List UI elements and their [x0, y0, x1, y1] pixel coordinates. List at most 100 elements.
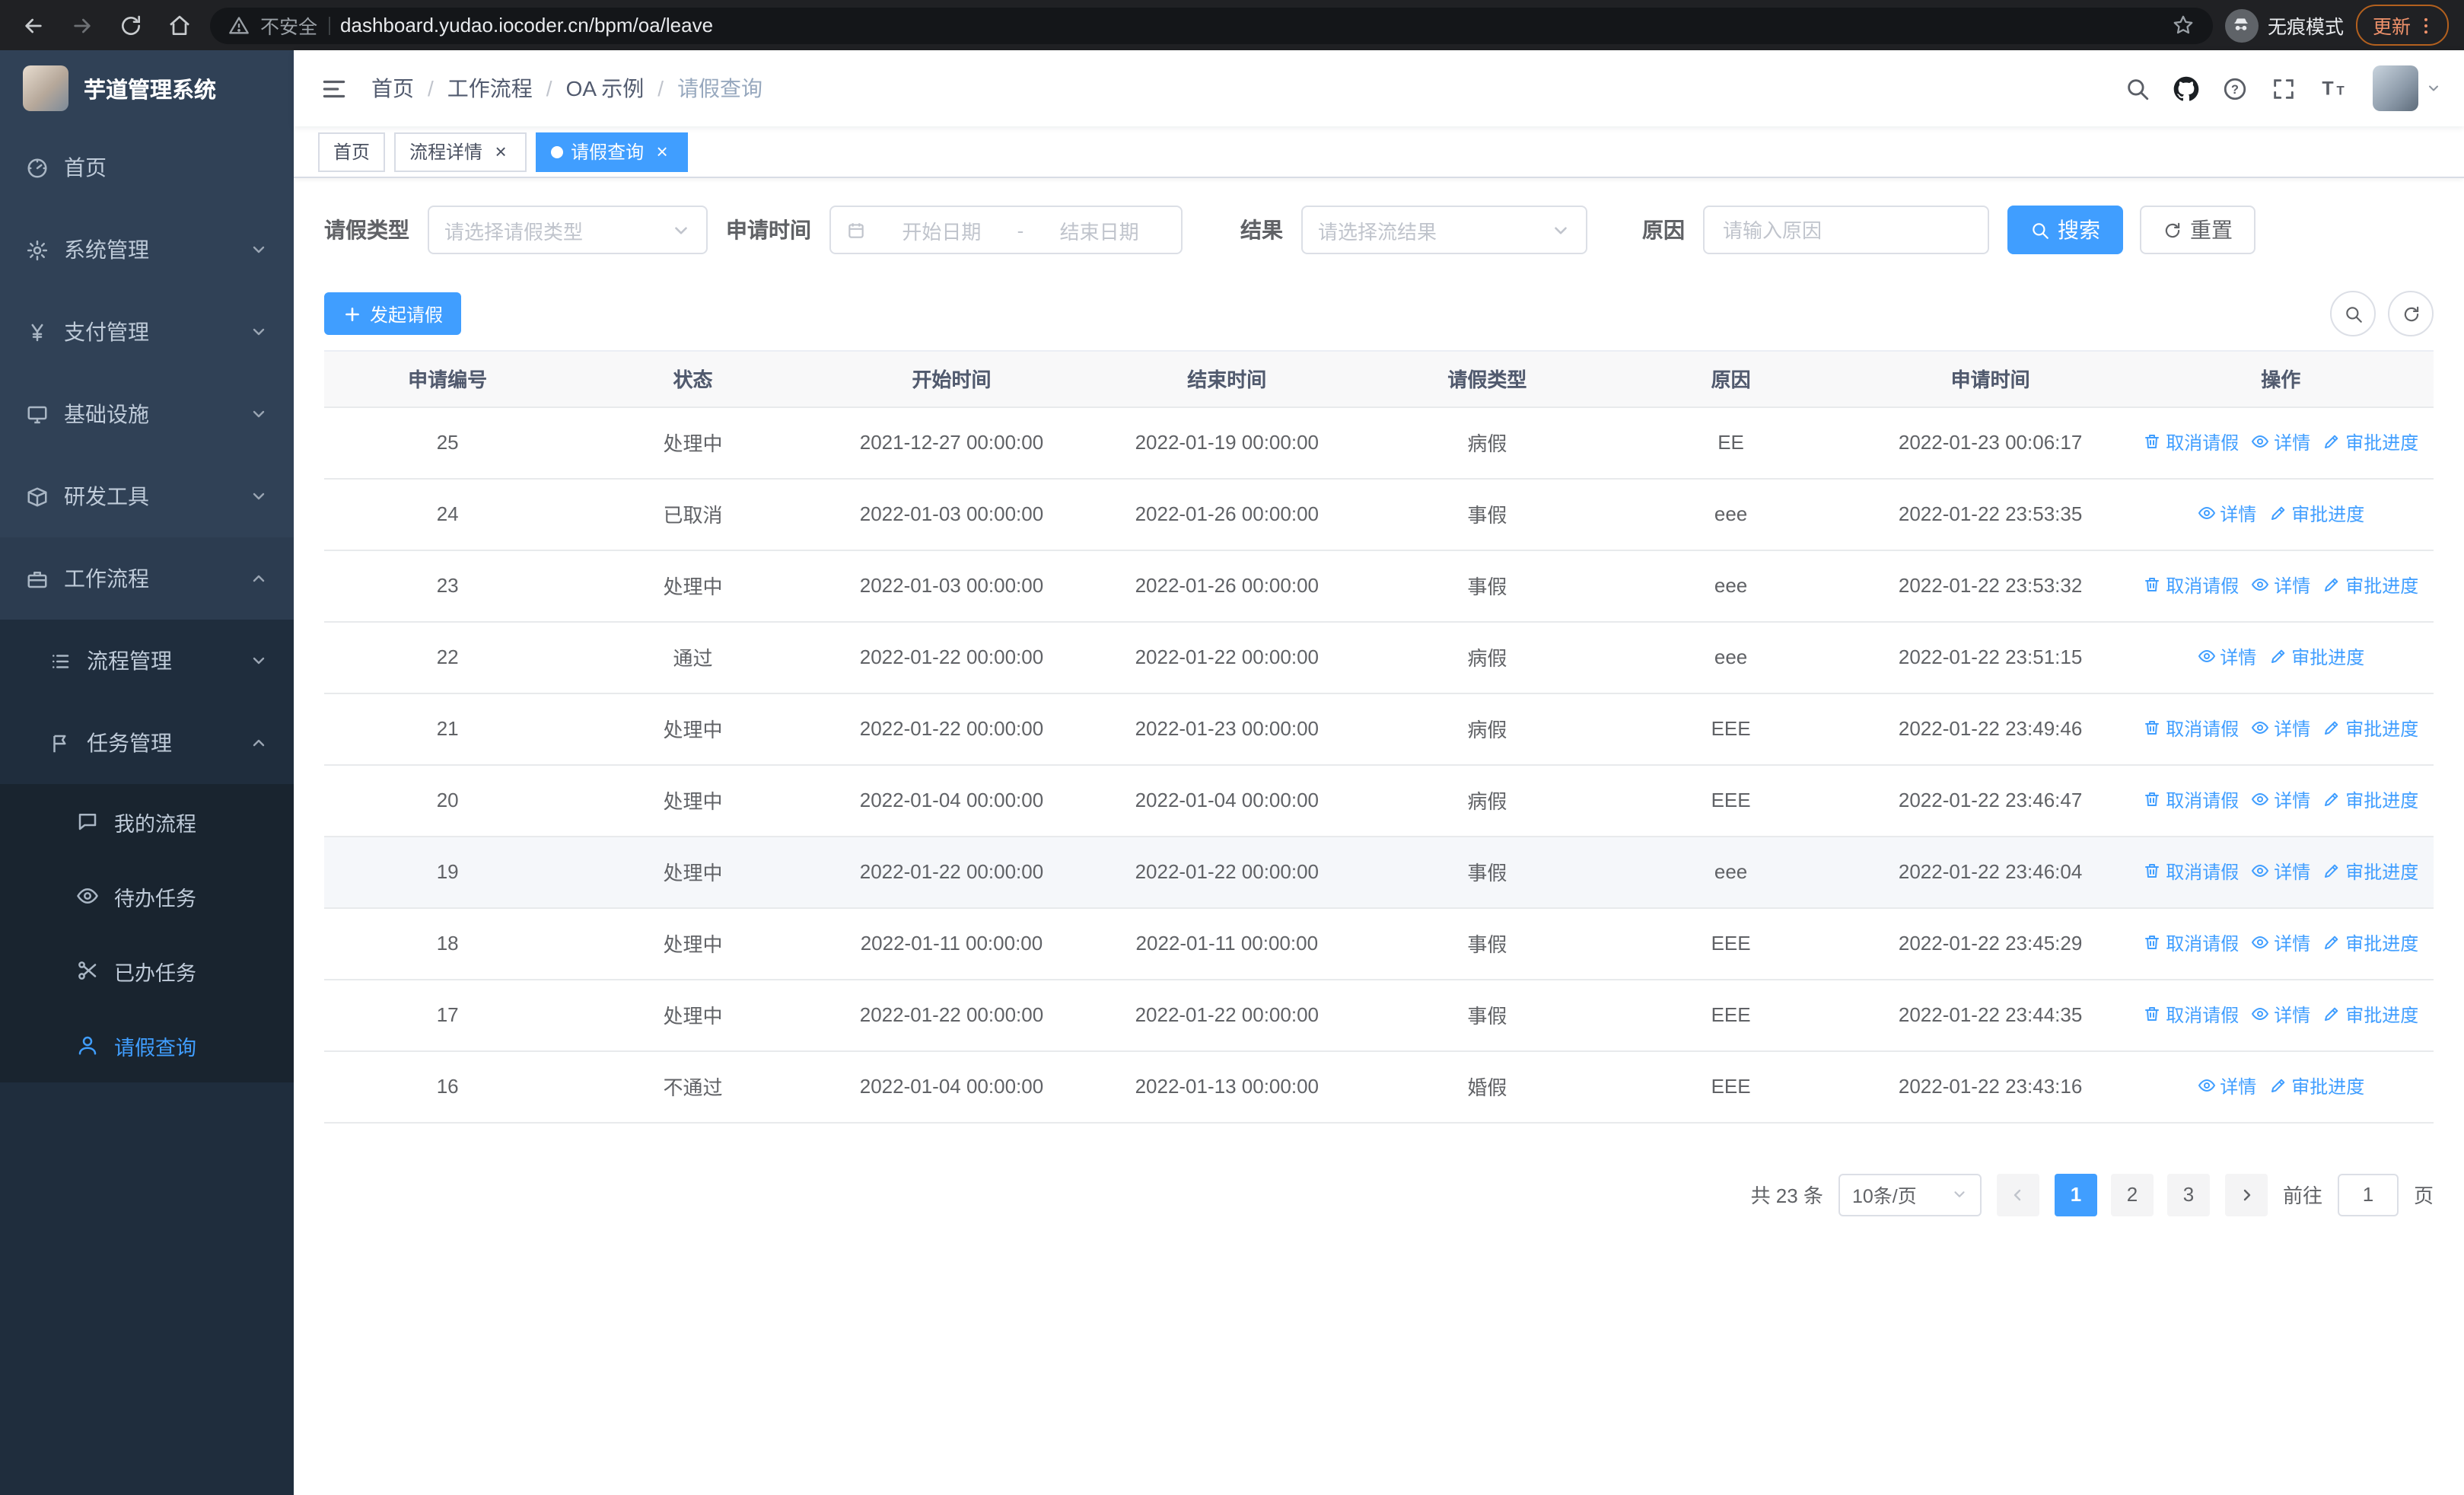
op-cancel-link[interactable]: 取消请假: [2143, 572, 2239, 598]
sidebar-item-devtools[interactable]: 研发工具: [0, 455, 294, 537]
table-row[interactable]: 24 已取消 2022-01-03 00:00:00 2022-01-26 00…: [324, 478, 2434, 550]
op-progress-link[interactable]: 审批进度: [2268, 644, 2364, 670]
sidebar-item-home[interactable]: 首页: [0, 126, 294, 209]
browser-reload-button[interactable]: [113, 7, 149, 43]
search-button[interactable]: 搜索: [2007, 206, 2123, 254]
sidebar-item-workflow[interactable]: 工作流程: [0, 537, 294, 620]
browser-forward-button[interactable]: [64, 7, 100, 43]
op-detail-link[interactable]: 详情: [2251, 859, 2310, 885]
toggle-search-button[interactable]: [2330, 291, 2376, 336]
table-row[interactable]: 21 处理中 2022-01-22 00:00:00 2022-01-23 00…: [324, 693, 2434, 765]
sidebar-item-infrastructure[interactable]: 基础设施: [0, 373, 294, 455]
table-row[interactable]: 18 处理中 2022-01-11 00:00:00 2022-01-11 00…: [324, 907, 2434, 980]
create-leave-button[interactable]: 发起请假: [324, 292, 462, 335]
op-progress-link[interactable]: 审批进度: [2322, 716, 2418, 741]
breadcrumb-item[interactable]: 首页: [371, 73, 414, 104]
bookmark-star-icon[interactable]: [2172, 14, 2195, 37]
refresh-table-button[interactable]: [2388, 291, 2434, 336]
browser-home-button[interactable]: [161, 7, 198, 43]
tab-home[interactable]: 首页: [318, 132, 386, 171]
sidebar-item-task-management[interactable]: 任务管理: [0, 702, 294, 784]
op-progress-link[interactable]: 审批进度: [2322, 1002, 2418, 1028]
tab-leave-query[interactable]: 请假查询 ×: [536, 132, 689, 171]
sidebar-item-my-process[interactable]: 我的流程: [0, 784, 294, 859]
next-page-button[interactable]: [2224, 1173, 2268, 1216]
sidebar-item-leave-query[interactable]: 请假查询: [0, 1008, 294, 1082]
op-cancel-link[interactable]: 取消请假: [2143, 787, 2239, 813]
table-row[interactable]: 20 处理中 2022-01-04 00:00:00 2022-01-04 00…: [324, 764, 2434, 837]
table-row[interactable]: 17 处理中 2022-01-22 00:00:00 2022-01-22 00…: [324, 979, 2434, 1051]
leave-type-select[interactable]: 请选择请假类型: [428, 206, 708, 254]
tab-close-icon[interactable]: ×: [490, 141, 511, 162]
op-detail-link[interactable]: 详情: [2197, 501, 2256, 527]
op-progress-link[interactable]: 审批进度: [2322, 787, 2418, 813]
cell-apply-no: 25: [324, 406, 571, 479]
breadcrumb-item[interactable]: OA 示例: [566, 73, 645, 104]
page-button-3[interactable]: 3: [2166, 1173, 2210, 1216]
header-search-button[interactable]: [2125, 75, 2150, 101]
fullscreen-button[interactable]: [2271, 75, 2297, 101]
op-detail-link[interactable]: 详情: [2251, 716, 2310, 741]
table-row[interactable]: 23 处理中 2022-01-03 00:00:00 2022-01-26 00…: [324, 550, 2434, 622]
chevron-down-icon: [250, 487, 268, 505]
sidebar-item-process-management[interactable]: 流程管理: [0, 620, 294, 702]
trash-icon: [2143, 791, 2161, 809]
browser-update-button[interactable]: 更新: [2355, 5, 2449, 46]
op-cancel-link[interactable]: 取消请假: [2143, 429, 2239, 455]
op-detail-link[interactable]: 详情: [2251, 930, 2310, 956]
table-row[interactable]: 19 处理中 2022-01-22 00:00:00 2022-01-22 00…: [324, 836, 2434, 908]
op-detail-link[interactable]: 详情: [2251, 572, 2310, 598]
op-cancel-link[interactable]: 取消请假: [2143, 716, 2239, 741]
op-progress-link[interactable]: 审批进度: [2322, 930, 2418, 956]
font-size-button[interactable]: [2319, 73, 2350, 104]
op-progress-link[interactable]: 审批进度: [2322, 859, 2418, 885]
op-progress-link[interactable]: 审批进度: [2268, 501, 2364, 527]
tab-close-icon[interactable]: ×: [651, 141, 673, 162]
help-button[interactable]: [2222, 75, 2248, 101]
op-progress-link[interactable]: 审批进度: [2322, 572, 2418, 598]
result-label: 结果: [1240, 218, 1283, 242]
sidebar-item-done-tasks[interactable]: 已办任务: [0, 933, 294, 1008]
date-range-separator: -: [1017, 218, 1024, 241]
github-link-button[interactable]: [2173, 75, 2199, 101]
goto-page-input[interactable]: [2337, 1173, 2399, 1216]
op-detail-link[interactable]: 详情: [2251, 787, 2310, 813]
table-row[interactable]: 25 处理中 2021-12-27 00:00:00 2022-01-19 00…: [324, 406, 2434, 479]
browser-back-button[interactable]: [15, 7, 52, 43]
op-detail-link[interactable]: 详情: [2197, 644, 2256, 670]
page-size-select[interactable]: 10条/页: [1838, 1173, 1982, 1216]
page-button-1[interactable]: 1: [2054, 1173, 2097, 1216]
op-cancel-link[interactable]: 取消请假: [2143, 859, 2239, 885]
cell-start-time: 2022-01-04 00:00:00: [814, 1050, 1089, 1123]
op-detail-link[interactable]: 详情: [2251, 1002, 2310, 1028]
op-progress-link[interactable]: 审批进度: [2322, 429, 2418, 455]
tab-process-detail[interactable]: 流程详情 ×: [394, 132, 527, 171]
app-logo[interactable]: 芋道管理系统: [0, 50, 294, 126]
op-detail-link[interactable]: 详情: [2197, 1073, 2256, 1099]
op-detail-link[interactable]: 详情: [2251, 429, 2310, 455]
incognito-badge: 无痕模式: [2224, 8, 2344, 42]
cell-reason: EEE: [1609, 979, 1853, 1051]
reset-button[interactable]: 重置: [2140, 206, 2255, 254]
breadcrumb-separator: /: [657, 76, 664, 100]
apply-time-range-picker[interactable]: 开始日期 - 结束日期: [829, 206, 1183, 254]
sidebar-collapse-button[interactable]: [317, 72, 350, 105]
op-cancel-link[interactable]: 取消请假: [2143, 1002, 2239, 1028]
sidebar-item-system[interactable]: 系统管理: [0, 209, 294, 291]
op-cancel-link[interactable]: 取消请假: [2143, 930, 2239, 956]
op-progress-link[interactable]: 审批进度: [2268, 1073, 2364, 1099]
user-menu[interactable]: [2373, 65, 2441, 111]
eye-icon: [2197, 505, 2215, 523]
result-select[interactable]: 请选择流结果: [1301, 206, 1587, 254]
address-bar[interactable]: 不安全 dashboard.yudao.iocoder.cn/bpm/oa/le…: [210, 7, 2213, 43]
page-button-2[interactable]: 2: [2110, 1173, 2154, 1216]
table-row[interactable]: 22 通过 2022-01-22 00:00:00 2022-01-22 00:…: [324, 621, 2434, 693]
incognito-label: 无痕模式: [2267, 17, 2344, 38]
prev-page-button[interactable]: [1996, 1173, 2039, 1216]
breadcrumb-item[interactable]: 工作流程: [447, 73, 533, 104]
reason-input[interactable]: [1703, 206, 1989, 254]
cell-end-time: 2022-01-22 00:00:00: [1088, 621, 1366, 693]
sidebar-item-payment[interactable]: 支付管理: [0, 291, 294, 373]
table-row[interactable]: 16 不通过 2022-01-04 00:00:00 2022-01-13 00…: [324, 1050, 2434, 1123]
sidebar-item-todo-tasks[interactable]: 待办任务: [0, 859, 294, 933]
